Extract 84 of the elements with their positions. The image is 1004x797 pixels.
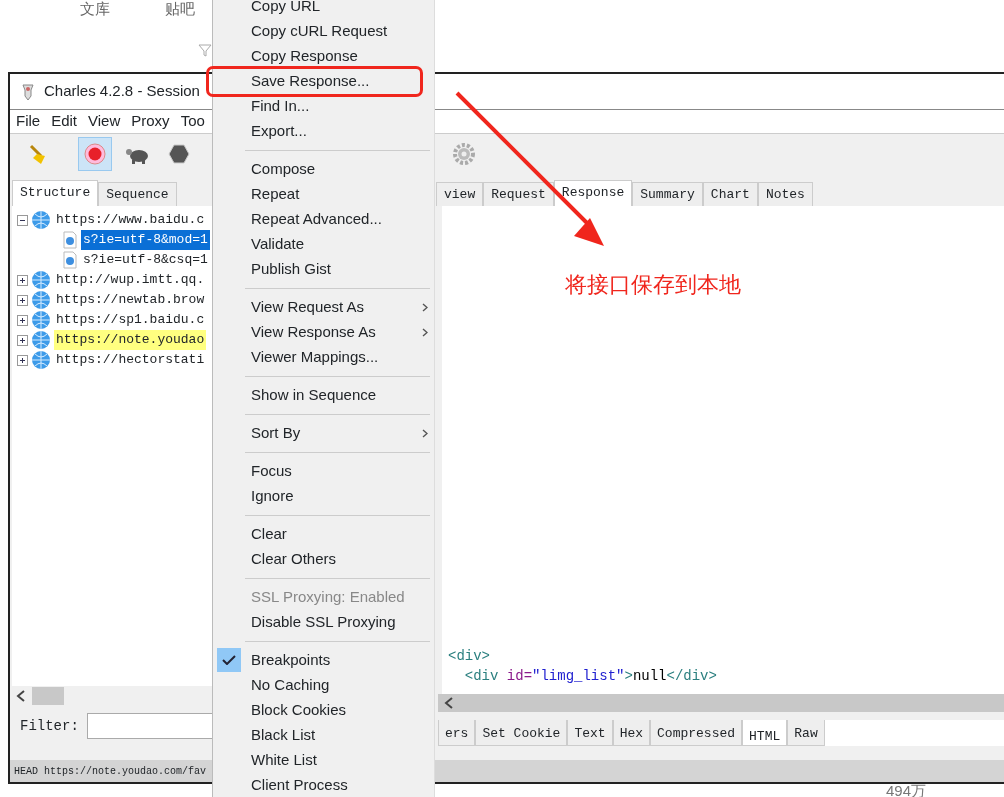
expand-icon[interactable] <box>17 354 28 366</box>
hexagon-icon <box>167 142 191 166</box>
menu-item[interactable]: View Request As <box>213 295 434 320</box>
globe-icon <box>31 210 51 230</box>
menu-item[interactable]: View Response As <box>213 320 434 345</box>
menu-item[interactable]: Clear Others <box>213 547 434 572</box>
menu-item[interactable]: No Caching <box>213 673 434 698</box>
globe-icon <box>31 310 51 330</box>
menu-item[interactable]: Too <box>180 110 205 133</box>
expand-icon[interactable] <box>17 294 28 306</box>
toolbar-button[interactable] <box>78 137 112 171</box>
window-title: Charles 4.2.8 - Session <box>44 81 200 102</box>
gear-icon <box>452 142 476 166</box>
host-item[interactable]: https://note.youdao <box>54 330 207 350</box>
menu-item[interactable]: Copy Response <box>213 44 434 69</box>
tab[interactable]: Set Cookie <box>475 720 568 746</box>
menu-item[interactable]: Repeat <box>213 182 434 207</box>
nav-link[interactable]: 贴吧 <box>165 0 195 18</box>
globe-icon <box>31 330 51 350</box>
host-item[interactable]: http://wup.imtt.qq. <box>54 270 207 290</box>
filter-label: Filter: <box>20 716 79 736</box>
scroll-thumb[interactable] <box>32 687 64 705</box>
tab[interactable]: Text <box>567 720 613 746</box>
tab[interactable]: Hex <box>612 720 651 746</box>
tab[interactable]: Summary <box>632 181 703 206</box>
menu-item[interactable]: File <box>16 110 41 133</box>
menu-item[interactable]: Focus <box>213 459 434 484</box>
menu-item[interactable]: Copy URL <box>213 0 434 19</box>
document-icon <box>62 231 78 249</box>
globe-icon <box>31 270 51 290</box>
menu-item[interactable]: Disable SSL Proxying <box>213 610 434 635</box>
code-line: <div id="limg_list">null</div> <box>463 667 718 686</box>
tab[interactable]: Notes <box>757 181 813 206</box>
menu-item[interactable]: Block Cookies <box>213 698 434 723</box>
tab[interactable]: ers <box>438 720 476 746</box>
collapse-icon[interactable] <box>17 214 28 226</box>
tab[interactable]: Raw <box>787 720 825 746</box>
scroll-left-icon[interactable] <box>444 697 454 709</box>
menu-item[interactable]: Publish Gist <box>213 257 434 282</box>
tab[interactable]: Compressed <box>650 720 743 746</box>
request-item[interactable]: s?ie=utf-8&csq=1 <box>81 250 210 270</box>
tab[interactable]: HTML <box>742 720 788 746</box>
tab[interactable]: Request <box>483 181 554 206</box>
menu-item[interactable]: Viewer Mappings... <box>213 345 434 370</box>
expand-icon[interactable] <box>17 274 28 286</box>
annotation-note: 将接口保存到本地 <box>565 271 741 299</box>
menu-item[interactable]: Proxy <box>131 110 170 133</box>
tab[interactable]: Response <box>553 179 633 206</box>
menu-item[interactable]: Sort By <box>213 421 434 446</box>
menu-item[interactable]: Save Response... <box>209 69 420 94</box>
document-icon <box>62 251 78 269</box>
host-item[interactable]: https://newtab.brow <box>54 290 207 310</box>
menu-item[interactable]: Export... <box>213 119 434 144</box>
menu-item[interactable]: Breakpoints <box>213 648 434 673</box>
tab[interactable]: view <box>436 181 484 206</box>
checkmark-icon <box>222 655 236 665</box>
menu-item[interactable]: Repeat Advanced... <box>213 207 434 232</box>
menu-item[interactable]: View <box>88 110 121 133</box>
menu-item[interactable]: Validate <box>213 232 434 257</box>
nav-link[interactable]: 文库 <box>80 0 110 18</box>
menu-item[interactable]: Clear <box>213 522 434 547</box>
code-line: <div> <box>448 647 491 666</box>
tab[interactable]: Sequence <box>98 181 177 206</box>
host-item[interactable]: https://hectorstati <box>54 350 207 370</box>
expand-icon[interactable] <box>17 314 28 326</box>
menu-item[interactable]: Edit <box>51 110 78 133</box>
menu-item[interactable]: Find In... <box>213 94 434 119</box>
scroll-left-icon[interactable] <box>16 690 26 702</box>
app-icon <box>20 82 36 101</box>
expand-icon[interactable] <box>17 334 28 346</box>
tab[interactable]: Chart <box>702 181 758 206</box>
menu-item[interactable]: Black List <box>213 723 434 748</box>
globe-icon <box>31 290 51 310</box>
host-item[interactable]: https://sp1.baidu.c <box>54 310 207 330</box>
record-icon <box>83 142 107 166</box>
menu-item[interactable]: Ignore <box>213 484 434 509</box>
tab[interactable]: Structure <box>12 179 99 206</box>
host-item[interactable]: https://www.baidu.c <box>54 210 207 230</box>
menu-item[interactable]: Copy cURL Request <box>213 19 434 44</box>
globe-icon <box>31 350 51 370</box>
menu-item[interactable]: Compose <box>213 157 434 182</box>
scrollbar[interactable] <box>438 694 1004 712</box>
menu-item[interactable]: Show in Sequence <box>213 383 434 408</box>
request-item[interactable]: s?ie=utf-8&mod=1 <box>81 230 210 250</box>
